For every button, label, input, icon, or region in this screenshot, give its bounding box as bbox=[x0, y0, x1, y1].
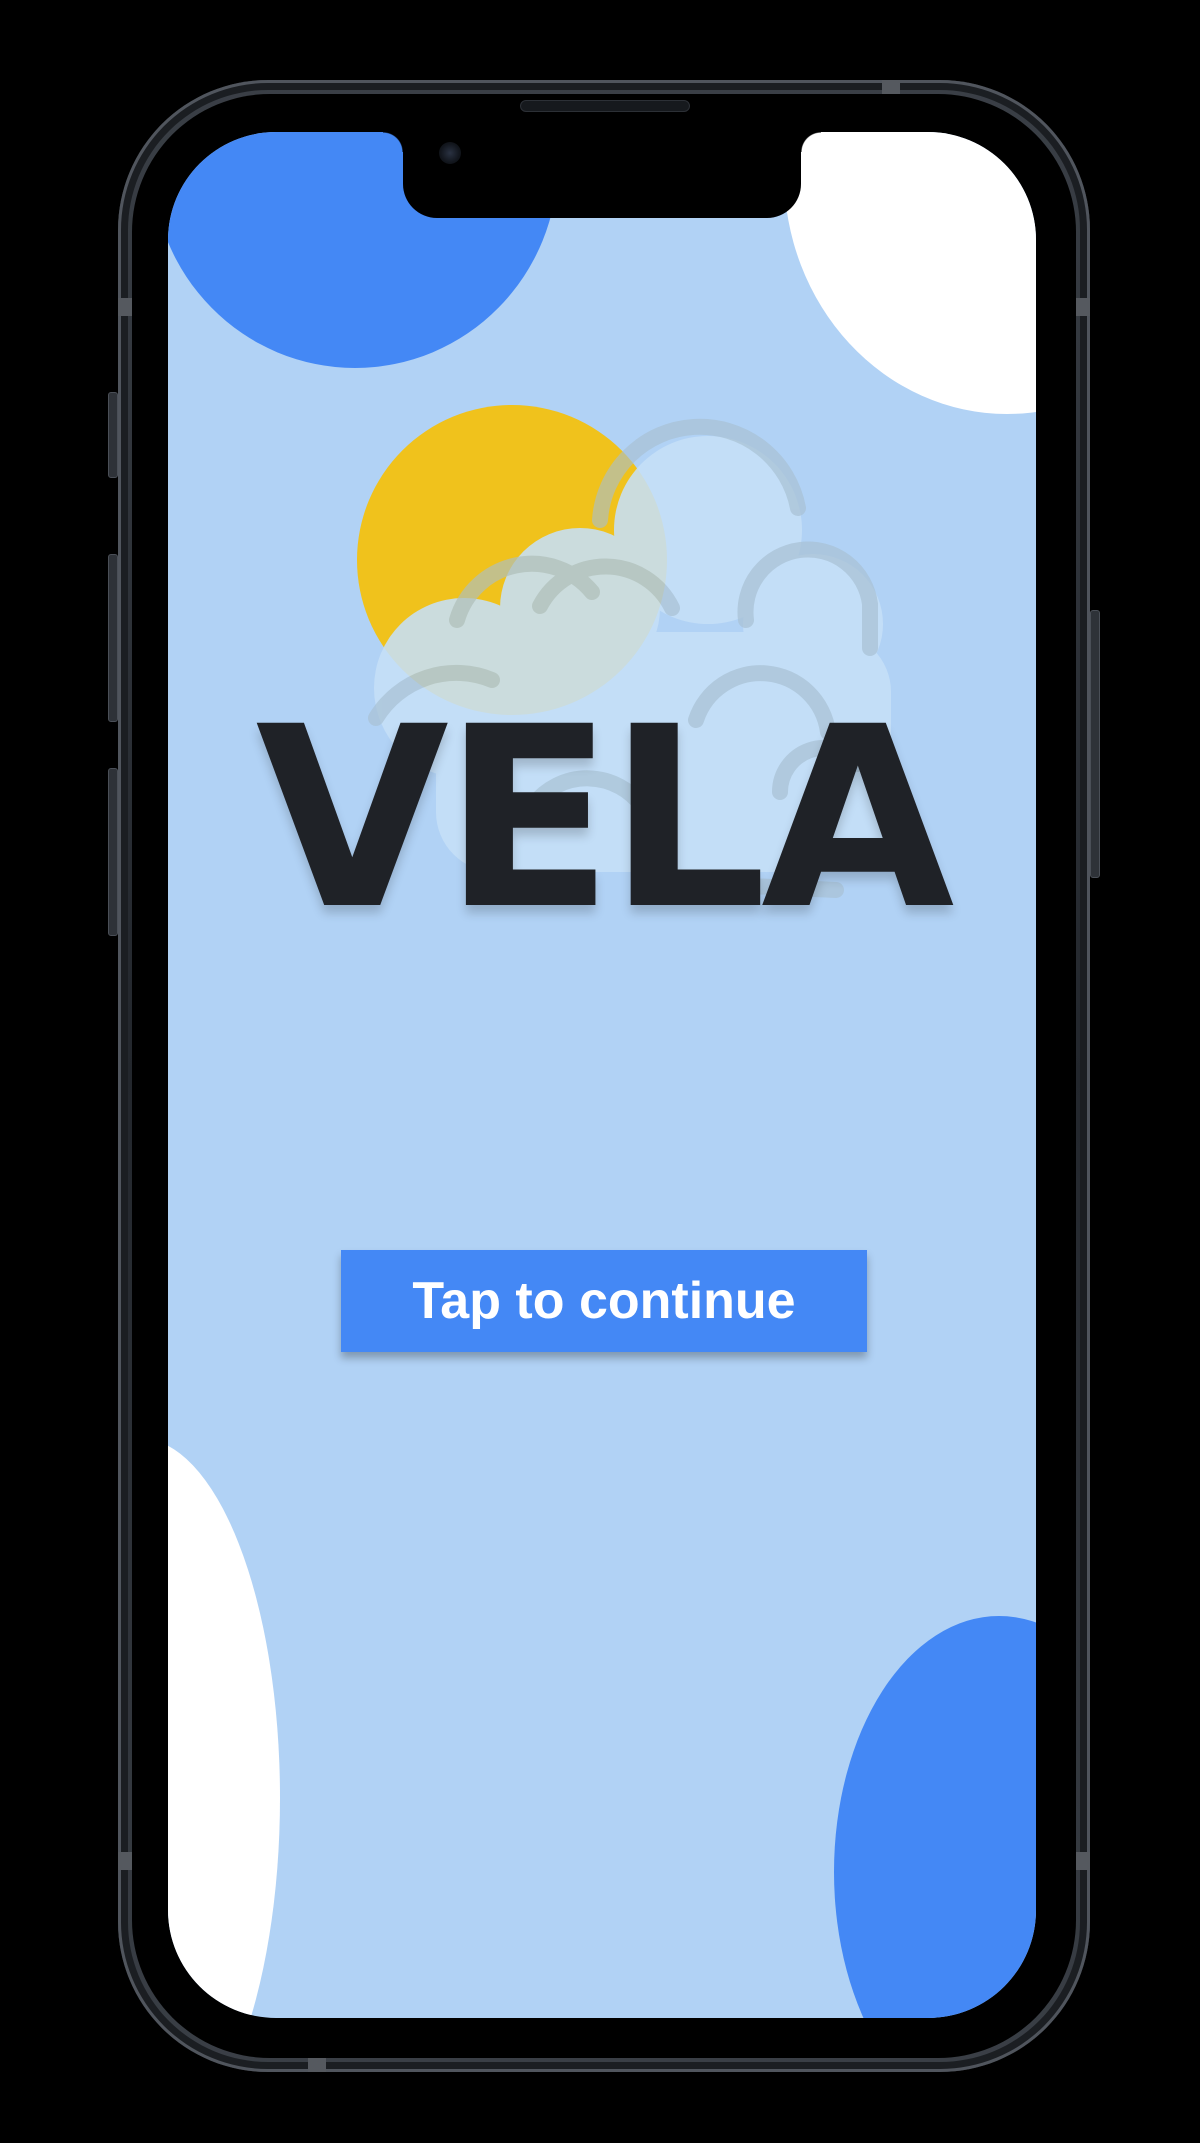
volume-up-button bbox=[108, 554, 118, 722]
volume-down-button bbox=[108, 768, 118, 936]
antenna-line bbox=[308, 2058, 326, 2072]
sun-behind-cloud-icon bbox=[357, 405, 891, 898]
antenna-line bbox=[118, 298, 132, 316]
ring-silent-switch bbox=[108, 392, 118, 478]
antenna-line bbox=[1076, 1852, 1090, 1870]
splash-screen[interactable]: VELA Tap to continue bbox=[168, 132, 1036, 2018]
front-camera-icon bbox=[439, 142, 461, 164]
app-logo-text: VELA bbox=[255, 673, 954, 964]
power-button bbox=[1090, 610, 1100, 878]
tap-to-continue-button[interactable]: Tap to continue bbox=[341, 1250, 867, 1352]
antenna-line bbox=[882, 80, 900, 94]
stage: VELA Tap to continue bbox=[0, 0, 1200, 2143]
antenna-line bbox=[118, 1852, 132, 1870]
screen-notch bbox=[383, 132, 821, 218]
antenna-line bbox=[1076, 298, 1090, 316]
earpiece-speaker bbox=[520, 100, 690, 112]
